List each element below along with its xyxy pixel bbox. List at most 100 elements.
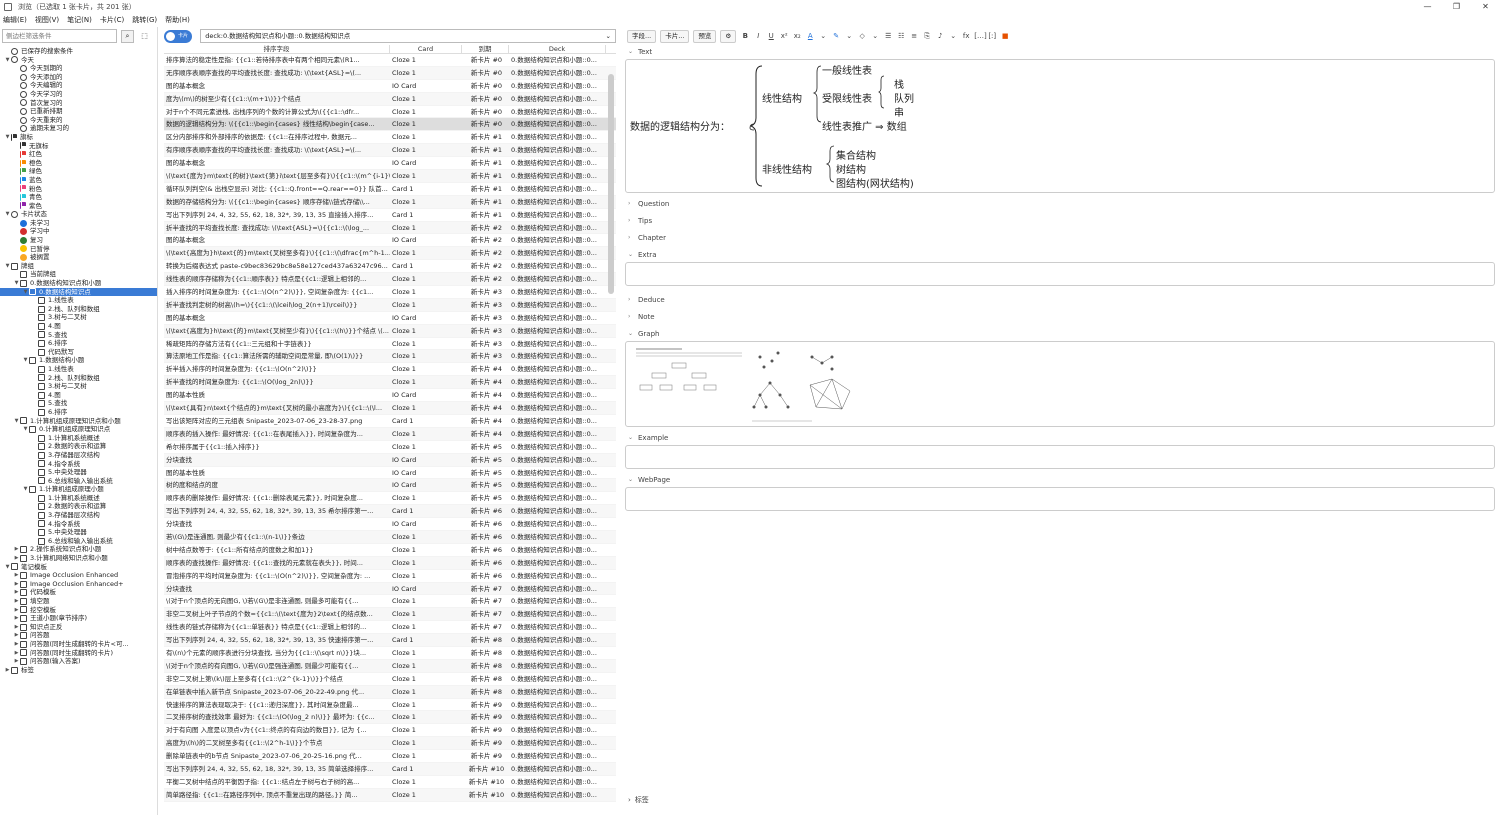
sidebar-item[interactable]: ▼ 1.数据结构小题 (0, 356, 157, 365)
sidebar-item[interactable]: ▶ 3.计算机网络知识点和小题 (0, 554, 157, 563)
chevron-down-icon[interactable]: ⌄ (844, 32, 854, 40)
chevron-right-icon[interactable]: › (628, 231, 638, 245)
sidebar-item[interactable]: 5.中央处理器 (0, 528, 157, 537)
chevron-down-icon[interactable]: ⌄ (628, 45, 638, 59)
chevron-right-icon[interactable]: ▶ (13, 649, 20, 658)
sidebar-item[interactable]: 1.线性表 (0, 365, 157, 374)
cloze-same-icon[interactable]: [:] (987, 32, 997, 40)
field-example-label[interactable]: ⌄ Example (624, 431, 1500, 445)
chevron-down-icon[interactable]: ⌄ (818, 32, 828, 40)
chevron-right-icon[interactable]: › (628, 197, 638, 211)
field-webpage-label[interactable]: ⌄ WebPage (624, 473, 1500, 487)
field-extra-label[interactable]: ⌄ Extra (624, 248, 1500, 262)
sidebar-item[interactable]: 绿色 (0, 167, 157, 176)
menu-notes[interactable]: 笔记(N) (67, 15, 92, 25)
sidebar-item[interactable]: ▶ 标签 (0, 666, 157, 675)
table-row[interactable]: \(对于n个顶点的无向图G, \)若\(G\)是非连通图, 则最多可能有{{..… (164, 595, 616, 609)
chevron-right-icon[interactable]: ▶ (13, 657, 20, 666)
sidebar-item[interactable]: 学习中 (0, 227, 157, 236)
minimize-button[interactable]: — (1413, 0, 1442, 12)
table-row[interactable]: 线性表的顺序存储称为{{c1::顺序表}} 特点是{{c1::逻辑上相邻的...… (164, 273, 616, 287)
chevron-down-icon[interactable]: ⌄ (628, 327, 638, 341)
menu-cards[interactable]: 卡片(C) (100, 15, 124, 25)
chevron-down-icon[interactable]: ▼ (4, 563, 11, 572)
sidebar-item[interactable]: 3.树与二叉树 (0, 313, 157, 322)
chevron-right-icon[interactable]: ▶ (13, 606, 20, 615)
sidebar-item[interactable]: 5.查找 (0, 331, 157, 340)
table-row[interactable]: 算法原地工作是指: {{c1::算法所需的辅助空间是常量, 即\(O(1)\)}… (164, 350, 616, 364)
sidebar-item[interactable]: 4.图 (0, 322, 157, 331)
table-row[interactable]: 分块查找 IO Card 新卡片 #6 0.数据结构知识点和小题::0... (164, 518, 616, 531)
sidebar-item[interactable]: 无旗标 (0, 142, 157, 151)
chevron-right-icon[interactable]: ▶ (13, 588, 20, 597)
chevron-down-icon[interactable]: ▼ (4, 210, 11, 219)
table-row[interactable]: 树的度和结点的度 IO Card 新卡片 #5 0.数据结构知识点和小题::0... (164, 479, 616, 493)
sidebar-item[interactable]: 已暂停 (0, 245, 157, 254)
table-row[interactable]: 区分内部排序和外部排序的依据是: {{c1::在排序过程中, 数据元... Clo… (164, 131, 616, 145)
table-row[interactable]: 顺序表的插入操作: 最好情况: {{c1::在表尾插入}}, 时间复杂度为...… (164, 427, 616, 441)
chevron-down-icon[interactable]: ▼ (22, 485, 29, 494)
italic-icon[interactable]: I (753, 32, 763, 40)
menu-view[interactable]: 视图(V) (35, 15, 59, 25)
field-note-label[interactable]: › Note (624, 310, 1500, 324)
field-text-editor[interactable]: 数据的逻辑结构分为： 线性结构 一般线性表 受限线性表 栈 队列 串 线性表推广… (625, 59, 1495, 193)
table-row[interactable]: 分块查找 IO Card 新卡片 #7 0.数据结构知识点和小题::0... (164, 582, 616, 596)
table-row[interactable]: 非空二叉树上第\(k\)层上至多有{{c1::\(2^{k-1}\)}}个结点 C… (164, 673, 616, 686)
cards-notes-toggle[interactable]: 卡片 (164, 29, 193, 43)
sidebar-item[interactable]: 5.中央处理器 (0, 468, 157, 477)
table-row[interactable]: 图的基本概念 IO Card 新卡片 #1 0.数据结构知识点和小题::0... (164, 157, 616, 171)
table-row[interactable]: 图的基本概念 IO Card 新卡片 #3 0.数据结构知识点和小题::0... (164, 312, 616, 325)
chevron-down-icon[interactable]: ▼ (22, 356, 29, 365)
table-row[interactable]: \(\text{高度为}h\text{的}m\text{叉树至少有}\){{c1… (164, 324, 616, 338)
underline-icon[interactable]: U (766, 32, 776, 40)
table-row[interactable]: 在单链表中插入新节点 Snipaste_2023-07-06_20-22-49.… (164, 685, 616, 699)
table-row[interactable]: 写出下列序列 24, 4, 32, 55, 62, 18, 32*, 39, 1… (164, 209, 616, 222)
sidebar-item[interactable]: 1.线性表 (0, 296, 157, 305)
gear-icon[interactable]: ⚙ (720, 29, 737, 43)
sidebar-item[interactable]: ▶ 问答题(同时生成翻转的卡片) (0, 649, 157, 658)
table-row[interactable]: \(\text{高度为}h\text{的}m\text{叉树至多有}\){{c1… (164, 247, 616, 261)
chevron-right-icon[interactable]: ▶ (13, 571, 20, 580)
chevron-right-icon[interactable]: › (628, 293, 638, 307)
sidebar-item[interactable]: ▶ 王道小题(章节排序) (0, 614, 157, 623)
sidebar-item[interactable]: ▼ 今天 (0, 56, 157, 65)
sidebar-item[interactable]: 2.栈、队列和数组 (0, 374, 157, 383)
table-row[interactable]: 若\(G\)是连通图, 则最少有{{c1::\(n-1\)}}条边 Cloze 1… (164, 530, 616, 544)
sidebar-item[interactable]: 6.总线和输入输出系统 (0, 477, 157, 486)
field-example-editor[interactable] (625, 445, 1495, 469)
field-question-label[interactable]: › Question (624, 197, 1500, 211)
field-graph-editor[interactable] (625, 341, 1495, 427)
table-row[interactable]: \(\text{具有}n\text{个结点的}m\text{叉树的最小高度为}\… (164, 402, 616, 415)
chevron-right-icon[interactable]: ▶ (13, 545, 20, 554)
table-row[interactable]: 简单路径指: {{c1::在路径序列中, 顶点不重复出现的路径。}} 简... C… (164, 788, 616, 802)
chevron-down-icon[interactable]: ⌄ (628, 248, 638, 262)
search-input[interactable]: deck:0.数据结构知识点和小题::0.数据结构知识点 ⌄ (200, 29, 616, 43)
sidebar-item[interactable]: ▶ 问答题(输入答案) (0, 657, 157, 666)
field-deduce-label[interactable]: › Deduce (624, 293, 1500, 307)
sidebar-item[interactable]: ▼ 0.数据结构知识点和小题 (0, 279, 157, 288)
sidebar-item[interactable]: ▶ Image Occlusion Enhanced+ (0, 580, 157, 589)
table-row[interactable]: 高度为\(h\)的二叉树至多有{{c1::\(2^h-1\)}}个节点 Cloze… (164, 737, 616, 751)
table-row[interactable]: 非空二叉树上叶子节点的个数={{c1::\(\text{度为}2\text{的结… (164, 608, 616, 622)
chevron-down-icon[interactable]: ⌄ (628, 473, 638, 487)
table-row[interactable]: 循环队列判空(& 出栈空显示) 对比: {{c1::Q.front==Q.rea… (164, 183, 616, 196)
sidebar-item[interactable]: 首次复习的 (0, 99, 157, 108)
sidebar-item[interactable]: ▼ 1.计算机组成原理小题 (0, 485, 157, 494)
column-card[interactable]: Card (390, 45, 462, 53)
sidebar-item[interactable]: ▶ 问答题(同时生成翻转的卡片<可... (0, 640, 157, 649)
sidebar-item[interactable]: 3.存储器层次结构 (0, 451, 157, 460)
table-row[interactable]: 树中结点数等于: {{c1::所有结点的度数之和加1}} Cloze 1 新卡片 #… (164, 544, 616, 557)
sidebar-item[interactable]: 已保存的搜索条件 (0, 47, 157, 56)
chevron-right-icon[interactable]: ▶ (13, 554, 20, 563)
table-row[interactable]: 折半插入排序的时间复杂度为: {{c1::\(O(n^2)\)}} Cloze 1… (164, 363, 616, 377)
table-row[interactable]: 删除单链表中的b节点 Snipaste_2023-07-06_20-25-16.… (164, 750, 616, 763)
sidebar-item[interactable]: ▶ 挖空模板 (0, 606, 157, 615)
table-row[interactable]: 排序算法的稳定性是指: {{c1::若待排序表中有两个相同元素\(R1... Cl… (164, 54, 616, 67)
sidebar-item[interactable]: 今天学习的 (0, 90, 157, 99)
chevron-down-icon[interactable]: ▼ (13, 279, 20, 288)
table-row[interactable]: \(对于n个顶点的有向图G, \)若\(G\)是强连通图, 则最少可能有{{..… (164, 659, 616, 673)
sidebar-item[interactable]: 今天到期的 (0, 64, 157, 73)
chevron-down-icon[interactable]: ▼ (4, 262, 11, 271)
table-scrollbar[interactable] (608, 74, 614, 294)
math-icon[interactable]: fx (961, 32, 971, 40)
